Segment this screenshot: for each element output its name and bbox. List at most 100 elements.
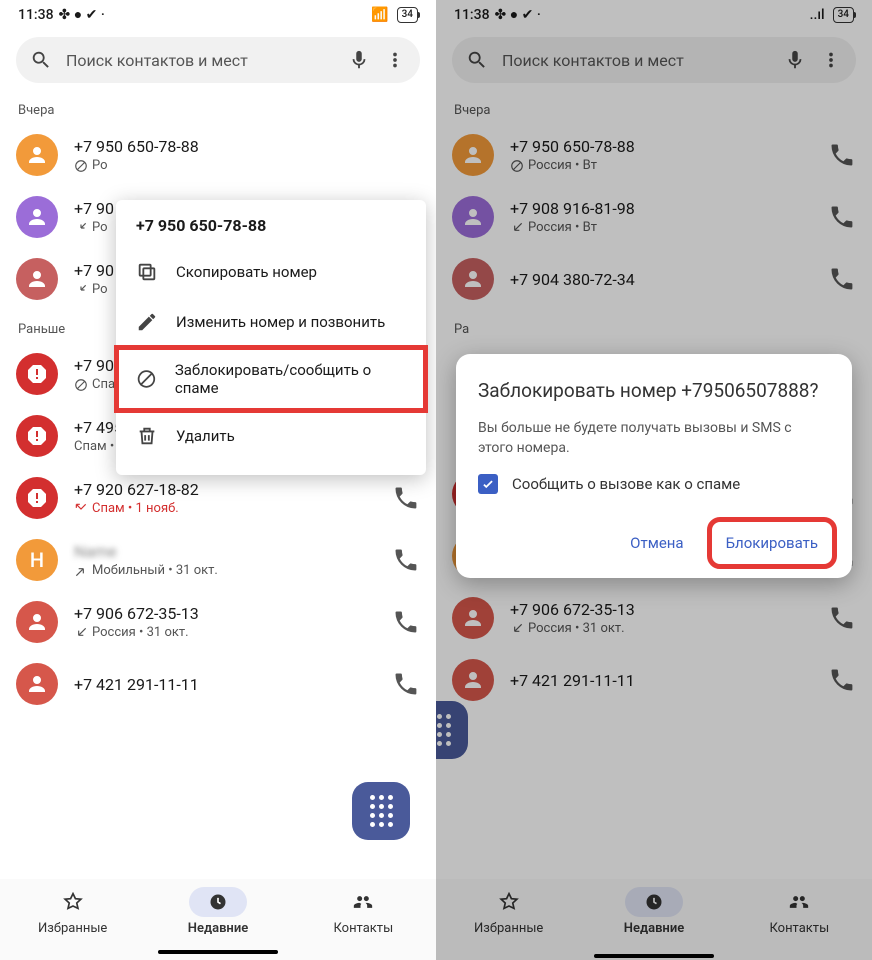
call-number: +7 950 650-78-88 (74, 137, 420, 156)
call-row[interactable]: +7 421 291-11-11 (0, 653, 436, 715)
search-icon (466, 49, 488, 71)
context-menu: +7 950 650-78-88 Скопировать номер Измен… (116, 200, 426, 475)
star-icon (44, 887, 102, 917)
call-row[interactable]: +7 904 380-72-34 (436, 248, 872, 310)
call-meta: Ро (74, 158, 420, 173)
nav-favorites[interactable]: Избранные (436, 887, 581, 936)
call-meta: Спам • 1 нояб. (74, 501, 376, 516)
call-row[interactable]: +7 421 291-11-11 (436, 649, 872, 711)
call-number: +7 904 380-72-34 (510, 270, 812, 289)
block-icon (510, 159, 524, 173)
call-meta: Мобильный • 31 окт. (74, 563, 376, 578)
context-menu-delete[interactable]: Удалить (116, 411, 426, 461)
call-row[interactable]: +7 906 672-35-13 Россия • 31 окт. (0, 591, 436, 653)
call-number: +7 421 291-11-11 (510, 671, 812, 690)
context-menu-edit[interactable]: Изменить номер и позвонить (116, 297, 426, 347)
dialog-spam-checkbox[interactable]: Сообщить о вызове как о спаме (478, 474, 830, 494)
search-bar[interactable]: Поиск контактов и мест (16, 37, 420, 83)
avatar-spam (16, 353, 58, 395)
copy-icon (136, 261, 158, 283)
phone-icon[interactable] (828, 203, 856, 231)
context-menu-copy[interactable]: Скопировать номер (116, 247, 426, 297)
context-menu-title: +7 950 650-78-88 (116, 214, 426, 247)
phone-icon[interactable] (392, 546, 420, 574)
search-icon (30, 49, 52, 71)
block-icon (74, 159, 88, 173)
call-number: +7 908 916-81-98 (510, 199, 812, 218)
dialog-checkbox-label: Сообщить о вызове как о спаме (512, 475, 740, 493)
phone-icon[interactable] (828, 265, 856, 293)
incoming-icon (74, 283, 88, 297)
status-icons-right: ..ıl 34 (810, 7, 854, 23)
phone-icon[interactable] (392, 670, 420, 698)
section-label-yesterday: Вчера (0, 91, 436, 124)
nav-contacts[interactable]: Контакты (727, 887, 872, 936)
avatar (452, 196, 494, 238)
context-menu-block[interactable]: Заблокировать/сообщить о спаме (116, 347, 426, 411)
section-label-earlier-partial: Ра (436, 310, 872, 343)
more-icon[interactable] (820, 49, 842, 71)
avatar-letter: Н (16, 539, 58, 581)
nav-recent-label: Недавние (188, 921, 248, 936)
mic-icon[interactable] (348, 49, 370, 71)
avatar (16, 134, 58, 176)
incoming-icon (74, 221, 88, 235)
nav-recent-label: Недавние (624, 921, 684, 936)
status-time: 11:38 (18, 7, 54, 23)
avatar (16, 601, 58, 643)
context-menu-copy-label: Скопировать номер (176, 263, 317, 281)
status-bar: 11:38 ✤ ● ✔ · 📶 34 (0, 0, 436, 29)
missed-icon (74, 502, 88, 516)
call-row[interactable]: +7 906 672-35-13 Россия • 31 окт. (436, 587, 872, 649)
call-number-blurred: Name (74, 542, 376, 561)
outgoing-icon (74, 564, 88, 578)
call-row[interactable]: +7 920 627-18-82 Спам • 1 нояб. (0, 467, 436, 529)
clock-icon (625, 887, 683, 917)
incoming-icon (510, 221, 524, 235)
call-number: +7 421 291-11-11 (74, 675, 376, 694)
dialog-confirm-button[interactable]: Блокировать (714, 524, 830, 562)
mic-icon[interactable] (784, 49, 806, 71)
dialog-cancel-button[interactable]: Отмена (618, 524, 695, 562)
call-meta: Россия • 31 окт. (510, 621, 812, 636)
battery-indicator: 34 (397, 7, 418, 23)
status-time: 11:38 (454, 7, 490, 23)
context-menu-edit-label: Изменить номер и позвонить (176, 313, 385, 331)
phone-icon[interactable] (828, 604, 856, 632)
dialpad-fab[interactable] (352, 782, 410, 840)
block-icon (74, 378, 88, 392)
avatar (452, 258, 494, 300)
phone-icon[interactable] (828, 666, 856, 694)
star-icon (480, 887, 538, 917)
dialpad-icon (436, 714, 451, 746)
context-menu-delete-label: Удалить (176, 427, 235, 445)
home-indicator (158, 950, 278, 954)
context-menu-block-label: Заблокировать/сообщить о спаме (175, 361, 406, 397)
nav-favorites[interactable]: Избранные (0, 887, 145, 936)
call-row[interactable]: +7 950 650-78-88 Ро (0, 124, 436, 186)
nav-contacts[interactable]: Контакты (291, 887, 436, 936)
phone-screen-right: 11:38 ✤ ● ✔ · ..ıl 34 Поиск контактов и … (436, 0, 872, 960)
nav-recent[interactable]: Недавние (581, 887, 726, 936)
nav-contacts-label: Контакты (769, 921, 829, 936)
call-row[interactable]: +7 950 650-78-88 Россия • Вт (436, 124, 872, 186)
nav-recent[interactable]: Недавние (145, 887, 290, 936)
call-meta: Россия • Вт (510, 158, 812, 173)
call-row[interactable]: +7 908 916-81-98 Россия • Вт (436, 186, 872, 248)
avatar (16, 663, 58, 705)
call-row[interactable]: Н Name Мобильный • 31 окт. (0, 529, 436, 591)
phone-icon[interactable] (828, 141, 856, 169)
nav-favorites-label: Избранные (474, 921, 543, 936)
avatar (16, 258, 58, 300)
incoming-icon (510, 622, 524, 636)
call-number: +7 920 627-18-82 (74, 480, 376, 499)
dialpad-fab[interactable] (436, 701, 468, 759)
section-label-yesterday: Вчера (436, 91, 872, 124)
phone-icon[interactable] (392, 484, 420, 512)
signal-icon: 📶 (371, 7, 388, 23)
more-icon[interactable] (384, 49, 406, 71)
phone-screen-left: 11:38 ✤ ● ✔ · 📶 34 Поиск контактов и мес… (0, 0, 436, 960)
phone-icon[interactable] (392, 608, 420, 636)
avatar-spam (16, 477, 58, 519)
search-bar[interactable]: Поиск контактов и мест (452, 37, 856, 83)
